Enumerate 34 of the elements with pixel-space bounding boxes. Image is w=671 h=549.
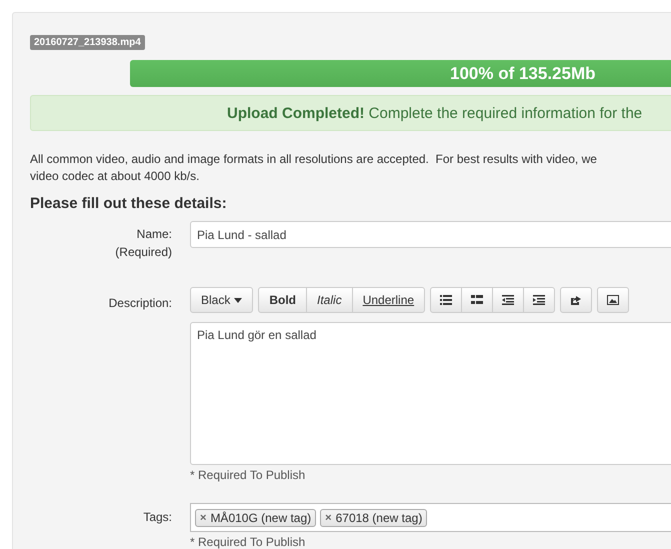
tag-label: MÅ010G (new tag) <box>210 510 312 524</box>
underline-button[interactable]: Underline <box>352 287 426 313</box>
outdent-icon <box>502 295 514 305</box>
image-icon <box>607 295 620 305</box>
required-note: * Required To Publish <box>190 468 306 482</box>
section-heading: Please fill out these details: <box>30 195 228 212</box>
file-name-label: 20160727_213938.mp4 <box>30 35 145 50</box>
name-label: Name: <box>136 226 172 243</box>
tags-field[interactable]: × MÅ010G (new tag) × 67018 (new tag) <box>190 503 671 532</box>
name-field[interactable]: Pia Lund - sallad <box>190 221 671 248</box>
info-text: All common video, audio and image formats in all resolutions are accepted. For best results with video, we <box>30 151 598 168</box>
indent-button[interactable] <box>523 287 556 313</box>
tag-label: 67018 (new tag) <box>336 510 422 524</box>
required-label: (Required) <box>115 244 172 261</box>
bold-button[interactable]: Bold <box>258 287 308 313</box>
number-list-icon <box>471 295 484 305</box>
italic-button[interactable]: Italic <box>306 287 353 313</box>
bullet-list-button[interactable] <box>430 287 462 313</box>
tags-label: Tags: <box>143 509 172 526</box>
progress-label: 100% of 135.25Mb <box>450 64 596 84</box>
info-text: video codec at about 4000 kb/s. <box>30 168 200 185</box>
caret-icon <box>234 298 242 302</box>
remove-tag-button[interactable]: × <box>325 512 332 524</box>
remove-tag-button[interactable]: × <box>200 512 206 524</box>
description-field[interactable]: Pia Lund gör en sallad <box>190 322 671 465</box>
alert-message: Upload Completed! Complete the required information for the <box>227 104 642 122</box>
indent-icon <box>533 295 546 305</box>
image-button[interactable] <box>597 287 630 313</box>
number-list-button[interactable] <box>461 287 494 313</box>
required-note: * Required To Publish <box>190 535 306 549</box>
color-dropdown[interactable]: Black <box>190 287 254 313</box>
bullet-list-icon <box>440 295 452 305</box>
outdent-button[interactable] <box>492 287 524 313</box>
description-label: Description: <box>108 295 172 312</box>
